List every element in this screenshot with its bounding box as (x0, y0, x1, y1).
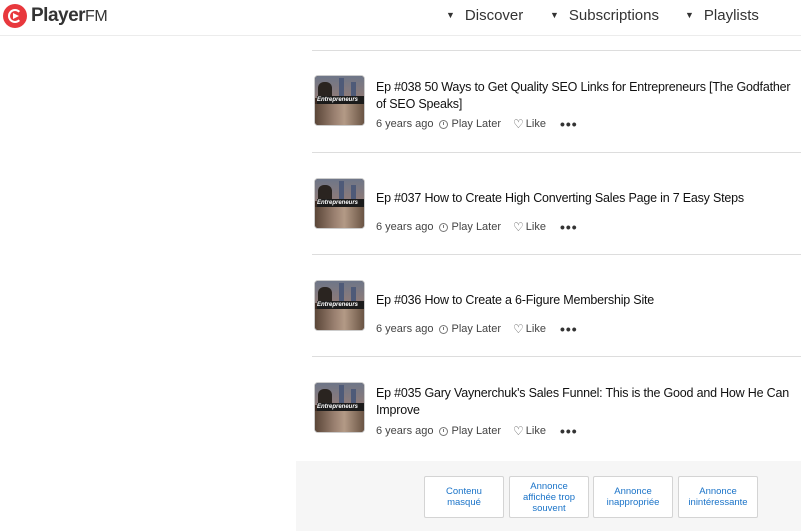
divider (312, 254, 801, 255)
nav-subscriptions[interactable]: ▼ Subscriptions (550, 0, 659, 30)
playerfm-logo-icon (3, 4, 27, 28)
play-later-button[interactable]: Play Later (451, 221, 501, 233)
episode-meta: 6 years ago Play Later ♡ Like ••• (376, 116, 578, 132)
clock-icon (439, 324, 449, 334)
list-item: Entrepreneurs Ep #037 How to Create High… (312, 178, 801, 238)
more-dots-icon[interactable]: ••• (560, 321, 578, 337)
episode-list: Entrepreneurs Ep #038 50 Ways to Get Qua… (296, 37, 801, 461)
more-dots-icon[interactable]: ••• (560, 116, 578, 132)
top-navigation-bar: PlayerFM ▼ Discover ▼ Subscriptions ▼ Pl… (0, 0, 801, 36)
like-button[interactable]: Like (526, 425, 546, 437)
episode-meta: 6 years ago Play Later ♡ Like ••• (376, 321, 578, 337)
heart-icon: ♡ (513, 220, 524, 234)
like-button[interactable]: Like (526, 221, 546, 233)
episode-meta: 6 years ago Play Later ♡ Like ••• (376, 423, 578, 439)
playerfm-logo[interactable]: PlayerFM (3, 3, 108, 29)
left-pane (0, 37, 296, 531)
episode-meta: 6 years ago Play Later ♡ Like ••• (376, 219, 578, 235)
divider (312, 50, 801, 51)
ad-feedback-bar: Contenu masqué Annonce affichée trop sou… (296, 461, 801, 531)
caret-down-icon: ▼ (446, 10, 455, 20)
caret-down-icon: ▼ (685, 10, 694, 20)
like-button[interactable]: Like (526, 118, 546, 130)
play-later-button[interactable]: Play Later (451, 323, 501, 335)
list-item: Entrepreneurs Ep #038 50 Ways to Get Qua… (312, 75, 801, 135)
divider (312, 356, 801, 357)
play-later-button[interactable]: Play Later (451, 118, 501, 130)
clock-icon (439, 119, 449, 129)
more-dots-icon[interactable]: ••• (560, 219, 578, 235)
nav-discover-label: Discover (464, 6, 524, 24)
like-button[interactable]: Like (526, 323, 546, 335)
episode-age: 6 years ago (376, 221, 434, 233)
clock-icon (439, 222, 449, 232)
ad-feedback-uninteresting-button[interactable]: Annonce inintéressante (678, 476, 758, 518)
heart-icon: ♡ (513, 322, 524, 336)
episode-title[interactable]: Ep #036 How to Create a 6-Figure Members… (376, 292, 801, 309)
episode-thumbnail[interactable]: Entrepreneurs (314, 280, 365, 331)
caret-down-icon: ▼ (550, 10, 559, 20)
ad-feedback-too-often-button[interactable]: Annonce affichée trop souvent (509, 476, 589, 518)
heart-icon: ♡ (513, 117, 524, 131)
nav-subscriptions-label: Subscriptions (568, 6, 659, 24)
clock-icon (439, 426, 449, 436)
episode-age: 6 years ago (376, 323, 434, 335)
episode-thumbnail[interactable]: Entrepreneurs (314, 75, 365, 126)
episode-title[interactable]: Ep #037 How to Create High Converting Sa… (376, 190, 801, 207)
episode-thumbnail[interactable]: Entrepreneurs (314, 178, 365, 229)
thumbnail-text: Entrepreneurs (317, 96, 364, 104)
nav-playlists[interactable]: ▼ Playlists (685, 0, 759, 30)
thumbnail-text: Entrepreneurs (317, 199, 364, 207)
divider (312, 152, 801, 153)
more-dots-icon[interactable]: ••• (560, 423, 578, 439)
ad-feedback-hidden-button[interactable]: Contenu masqué (424, 476, 504, 518)
play-later-button[interactable]: Play Later (451, 425, 501, 437)
nav-playlists-label: Playlists (703, 6, 759, 24)
episode-title[interactable]: Ep #038 50 Ways to Get Quality SEO Links… (376, 79, 801, 113)
ad-feedback-inappropriate-button[interactable]: Annonce inappropriée (593, 476, 673, 518)
episode-age: 6 years ago (376, 118, 434, 130)
thumbnail-text: Entrepreneurs (317, 403, 364, 411)
episode-thumbnail[interactable]: Entrepreneurs (314, 382, 365, 433)
list-item: Entrepreneurs Ep #035 Gary Vaynerchuk's … (312, 382, 801, 442)
heart-icon: ♡ (513, 424, 524, 438)
nav-discover[interactable]: ▼ Discover (446, 0, 523, 30)
episode-age: 6 years ago (376, 425, 434, 437)
episode-title[interactable]: Ep #035 Gary Vaynerchuk's Sales Funnel: … (376, 385, 801, 419)
list-item: Entrepreneurs Ep #036 How to Create a 6-… (312, 280, 801, 340)
logo-suffix: FM (85, 8, 108, 25)
logo-text: Player (31, 5, 86, 26)
thumbnail-text: Entrepreneurs (317, 301, 364, 309)
